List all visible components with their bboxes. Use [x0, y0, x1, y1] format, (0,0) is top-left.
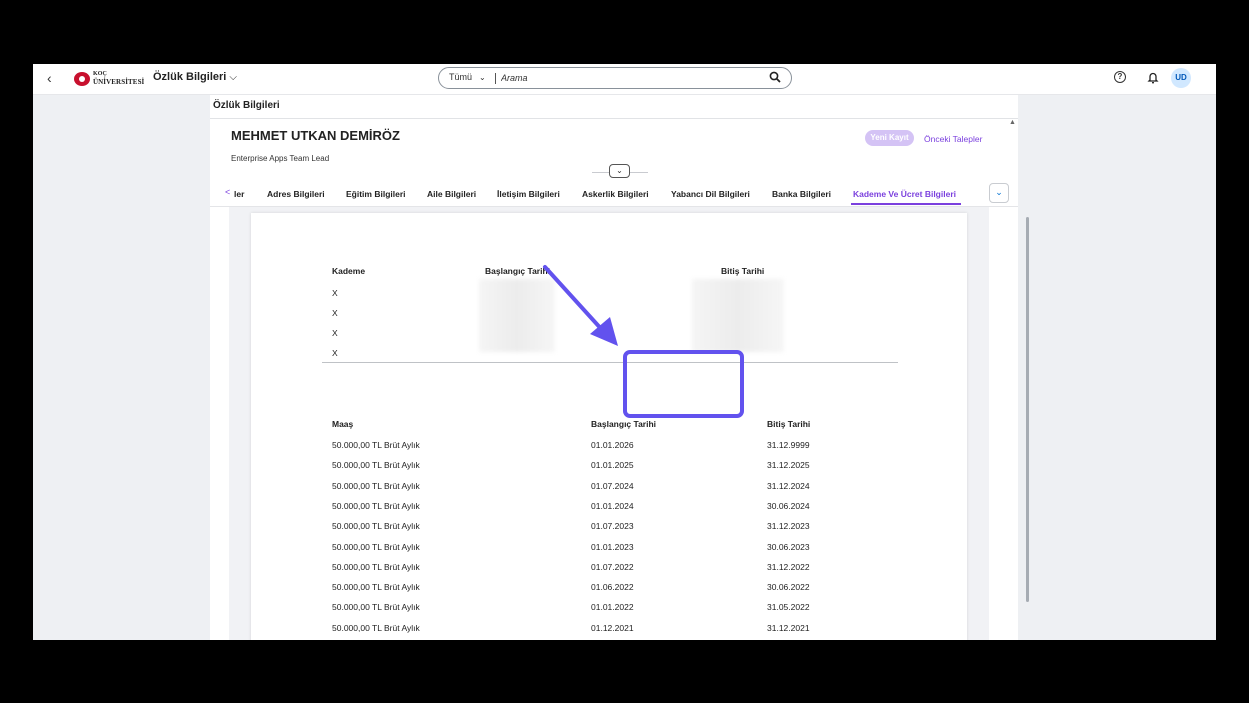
page: Özlük Bilgileri MEHMET UTKAN DEMİRÖZ Ent… — [210, 95, 1018, 640]
blurred-end-dates — [692, 279, 784, 352]
chevron-down-icon: ⌄ — [479, 73, 486, 82]
salary-row-end-cell: 31.12.2024 — [767, 480, 810, 491]
kademe-cell: X — [332, 348, 338, 358]
salary-row-salary-cell: 50.000,00 TL Brüt Aylık — [332, 440, 420, 450]
salary-end-header: Bitiş Tarihi — [767, 419, 811, 429]
search-divider — [495, 73, 496, 84]
page-title: Özlük Bilgileri — [213, 100, 280, 111]
salary-row-end-cell: 30.06.2024 — [767, 500, 810, 511]
tab-askerlik-bilgileri[interactable]: Askerlik Bilgileri — [582, 189, 649, 199]
salary-row-end-cell: 30.06.2023 — [767, 541, 810, 552]
salary-row-end-cell: 30.06.2022 — [767, 582, 810, 593]
tab-banka-bilgileri[interactable]: Banka Bilgileri — [772, 189, 831, 199]
salary-start-header: Başlangıç Tarihi — [591, 419, 657, 429]
kademe-table-divider — [322, 362, 898, 363]
help-icon[interactable]: ? — [1114, 71, 1126, 83]
tab-egitim-bilgileri[interactable]: Eğitim Bilgileri — [346, 189, 406, 199]
salary-row-start-cell: 01.12.2021 — [591, 622, 634, 633]
search-bar: Tümü ⌄ — [438, 67, 792, 89]
salary-row-salary-cell: 50.000,00 TL Brüt Aylık — [332, 582, 420, 593]
salary-row-salary-cell: 50.000,00 TL Brüt Aylık — [332, 460, 420, 471]
avatar[interactable]: UD — [1171, 68, 1191, 88]
tab-kademe-ve-ucret-bilgileri[interactable]: Kademe Ve Ücret Bilgileri — [853, 189, 956, 199]
salary-header: Maaş — [332, 419, 354, 429]
koc-university-logo[interactable]: KOÇ ÜNİVERSİTESİ — [74, 70, 144, 88]
scroll-up-icon[interactable]: ▲ — [1009, 119, 1016, 126]
kademe-header: Kademe — [332, 266, 366, 276]
tab-bar: < ler Adres Bilgileri Eğitim Bilgileri A… — [210, 181, 1018, 207]
page-title-divider — [210, 118, 1018, 119]
search-scope-select[interactable]: Tümü ⌄ — [449, 72, 486, 82]
salary-row-salary-cell: 50.000,00 TL Brüt Aylık — [332, 541, 420, 552]
vertical-scrollbar[interactable] — [1026, 217, 1029, 602]
employee-role: Enterprise Apps Team Lead — [231, 154, 330, 163]
salary-row-salary-cell: 50.000,00 TL Brüt Aylık — [332, 622, 420, 633]
salary-row-start-cell: 01.01.2023 — [591, 541, 634, 552]
salary-row-salary-cell: 50.000,00 TL Brüt Aylık — [332, 480, 420, 491]
salary-row-end-cell: 31.12.2022 — [767, 561, 810, 572]
logo-text-line1: KOÇ — [93, 71, 107, 77]
annotation-highlight-box — [623, 350, 744, 418]
salary-row-salary-cell: 50.000,00 TL Brüt Aylık — [332, 561, 420, 572]
tab-adres-bilgileri[interactable]: Adres Bilgileri — [267, 189, 325, 199]
kademe-end-header: Bitiş Tarihi — [721, 266, 765, 276]
salary-row-end-cell: 31.05.2022 — [767, 602, 810, 613]
salary-row-start-cell: 01.07.2022 — [591, 561, 634, 572]
kademe-cell: X — [332, 308, 338, 318]
new-record-button[interactable]: Yeni Kayıt — [865, 130, 914, 146]
kademe-cell: X — [332, 328, 338, 338]
salary-row-start-cell: 01.01.2025 — [591, 460, 634, 471]
salary-row-salary-cell: 50.000,00 TL Brüt Aylık — [332, 500, 420, 511]
back-icon[interactable]: ‹ — [47, 70, 52, 86]
tab-aile-bilgileri[interactable]: Aile Bilgileri — [427, 189, 476, 199]
salary-row-salary-cell: 50.000,00 TL Brüt Aylık — [332, 521, 420, 532]
salary-row-end-cell: 31.12.2021 — [767, 622, 810, 633]
tab-iletisim-bilgileri[interactable]: İletişim Bilgileri — [497, 189, 560, 199]
logo-mark-icon — [74, 72, 90, 86]
previous-requests-link[interactable]: Önceki Talepler — [924, 134, 982, 144]
employee-name: MEHMET UTKAN DEMİRÖZ — [231, 128, 400, 143]
search-icon[interactable] — [769, 71, 781, 83]
logo-text-line2: ÜNİVERSİTESİ — [93, 78, 145, 86]
bell-icon[interactable] — [1147, 71, 1159, 84]
tab-yabanci-dil-bilgileri[interactable]: Yabancı Dil Bilgileri — [671, 189, 750, 199]
salary-row-start-cell: 01.01.2022 — [591, 602, 634, 613]
app-title: Özlük Bilgileri — [153, 71, 227, 83]
active-tab-indicator — [851, 203, 961, 205]
chevron-down-icon: ⌵ — [229, 72, 237, 83]
salary-row-start-cell: 01.07.2024 — [591, 480, 634, 491]
salary-row-end-cell: 31.12.2023 — [767, 521, 810, 532]
tab-overflow-button[interactable]: ⌄ — [989, 183, 1009, 203]
search-scope-value: Tümü — [449, 72, 473, 82]
tab-scroll-left-icon[interactable]: < — [225, 187, 230, 197]
search-input[interactable] — [501, 71, 741, 85]
salary-row-start-cell: 01.01.2024 — [591, 500, 634, 511]
collapse-header-button[interactable]: ⌄ — [609, 164, 630, 178]
salary-row-end-cell: 31.12.2025 — [767, 460, 810, 471]
salary-row-start-cell: 01.06.2022 — [591, 582, 634, 593]
salary-row-start-cell: 01.07.2023 — [591, 521, 634, 532]
salary-row-end-cell: 31.12.9999 — [767, 440, 810, 450]
shell-bar: ‹ KOÇ ÜNİVERSİTESİ Özlük Bilgileri ⌵ Tümü… — [33, 64, 1216, 95]
salary-row-salary-cell: 50.000,00 TL Brüt Aylık — [332, 602, 420, 613]
salary-row-start-cell: 01.01.2026 — [591, 440, 634, 450]
annotation-arrow-icon — [543, 265, 618, 346]
tab-truncated[interactable]: ler — [234, 189, 244, 199]
app-title-menu[interactable]: Özlük Bilgileri ⌵ — [153, 71, 237, 83]
kademe-cell: X — [332, 288, 338, 298]
